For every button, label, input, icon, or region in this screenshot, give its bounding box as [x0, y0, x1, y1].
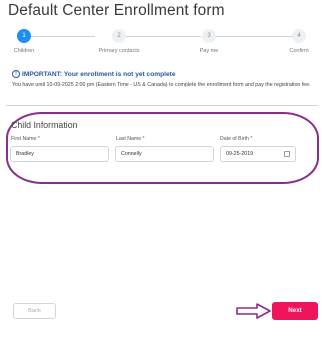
step-4-label: Confirm	[289, 48, 309, 54]
date-of-birth-label: Date of Birth *	[220, 136, 253, 142]
enrollment-alert: ! IMPORTANT: Your enrollment is not yet …	[12, 70, 317, 89]
calendar-icon[interactable]	[284, 151, 290, 157]
required-marker: *	[37, 136, 40, 142]
step-3-label: Pay me	[199, 48, 219, 54]
first-name-label: First Name *	[11, 136, 40, 142]
child-information-section: Child Information First Name * Bradley L…	[6, 112, 319, 184]
arrow-right-icon	[236, 303, 271, 319]
date-of-birth-input[interactable]: 09-25-2019	[220, 146, 296, 162]
required-marker: *	[142, 136, 145, 142]
step-2-label: Primary contacts	[98, 48, 140, 54]
last-name-input[interactable]: Connelly	[115, 146, 214, 162]
step-connector	[126, 36, 201, 37]
section-title: Child Information	[11, 120, 78, 130]
page-title: Default Center Enrollment form	[8, 2, 225, 19]
info-icon: !	[12, 70, 20, 78]
last-name-label: Last Name *	[116, 136, 145, 142]
alert-heading: IMPORTANT: Your enrollment is not yet co…	[22, 70, 176, 78]
progress-stepper: 1 2 3 4 Children Primary contacts Pay me…	[0, 28, 322, 58]
step-connector	[25, 36, 95, 37]
step-1-circle[interactable]: 1	[17, 29, 31, 43]
first-name-input[interactable]: Bradley	[10, 146, 109, 162]
required-marker: *	[250, 136, 253, 142]
step-3-circle[interactable]: 3	[202, 29, 216, 43]
next-button[interactable]: Next	[272, 302, 318, 320]
alert-body: You have until 10-09-2025 2:00 pm (Easte…	[12, 82, 311, 88]
divider	[6, 105, 318, 106]
back-button[interactable]: Back	[13, 303, 56, 319]
step-4-circle[interactable]: 4	[292, 29, 306, 43]
step-2-circle[interactable]: 2	[112, 29, 126, 43]
step-1-label: Children	[13, 48, 35, 54]
step-connector	[216, 36, 292, 37]
